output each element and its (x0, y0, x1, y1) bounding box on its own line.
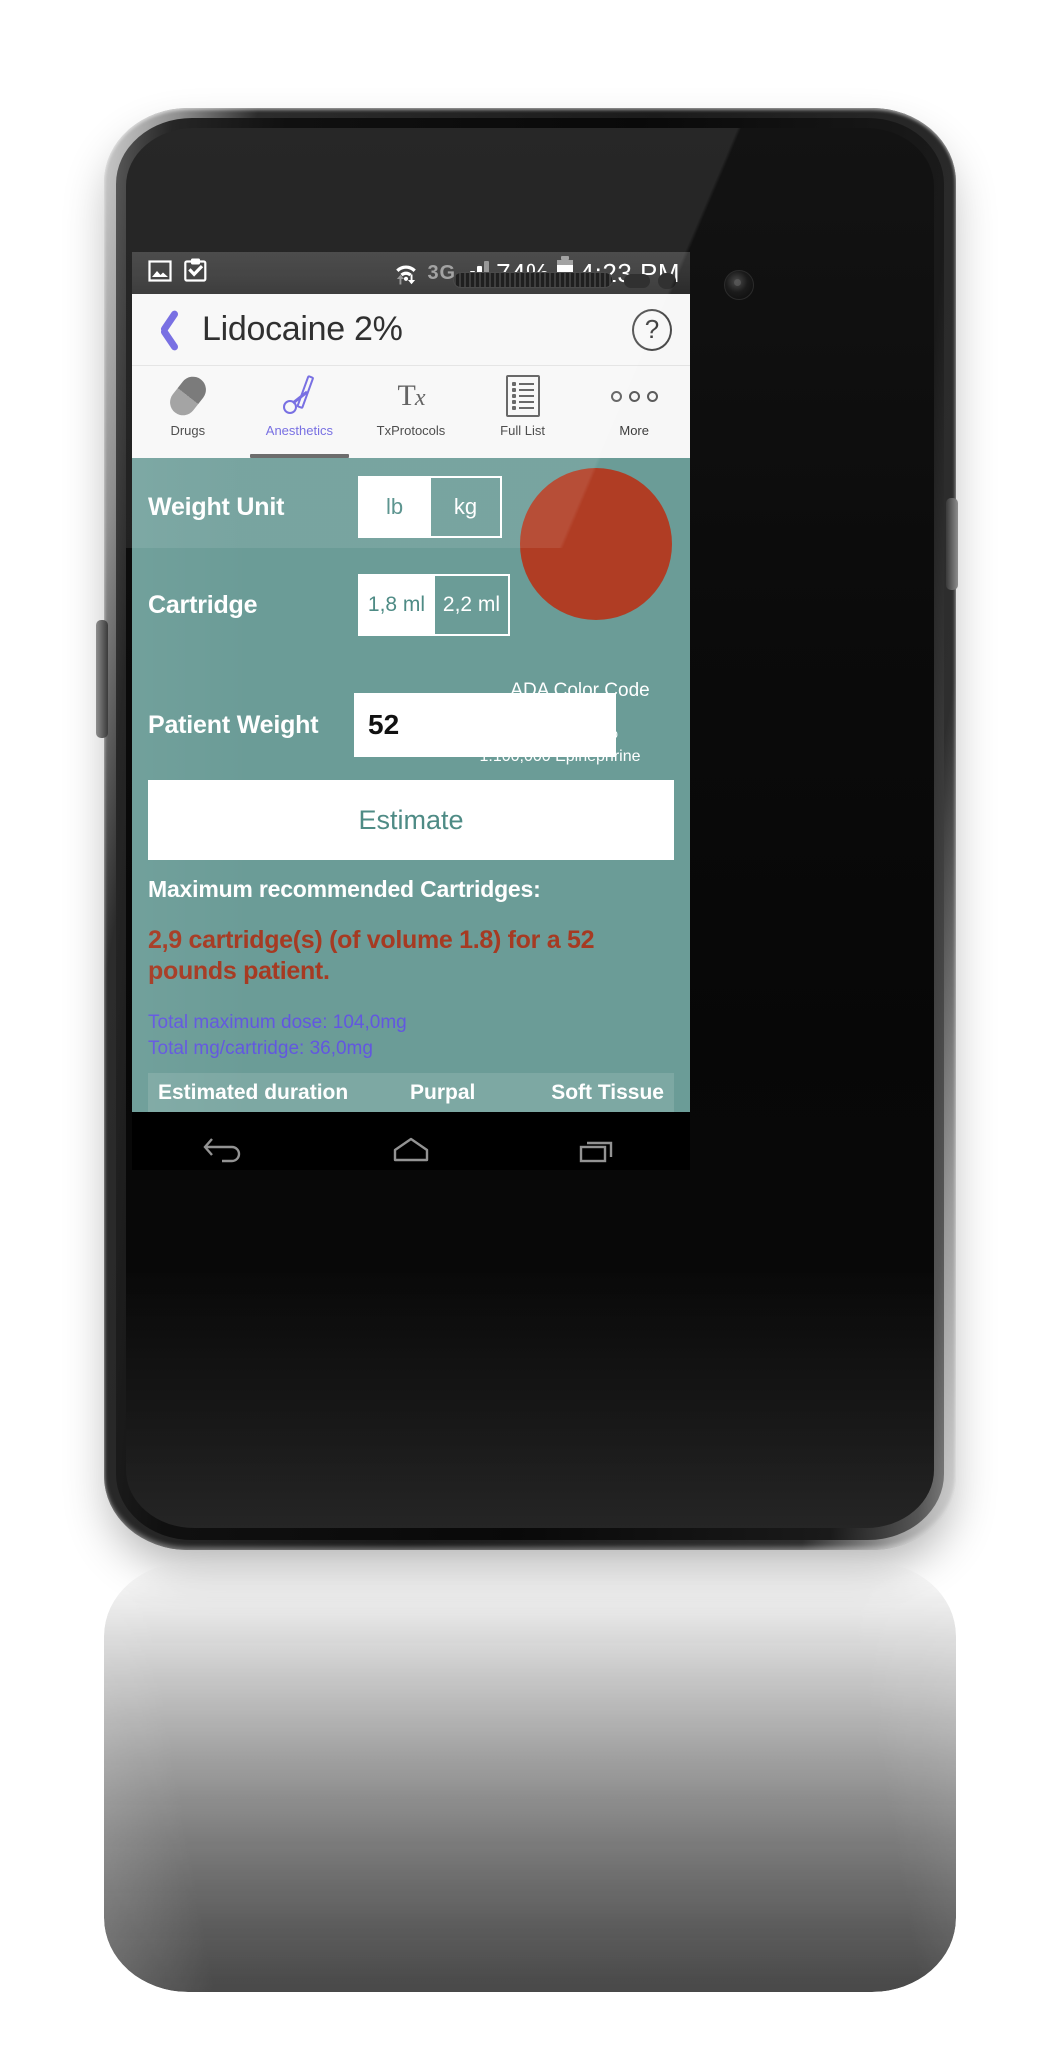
back-nav-icon[interactable] (202, 1134, 248, 1171)
weight-unit-segmented-control[interactable]: lb kg (358, 476, 502, 538)
page-title: Lidocaine 2% (202, 310, 403, 348)
phone-screen: 3G 74% 4:23 PM Lidocaine 2% ? Drugs (132, 252, 690, 1170)
duration-table-col-2: Soft Tissue (551, 1081, 664, 1105)
calculator-panel: Weight Unit lb kg Cartridge 1,8 ml 2,2 m… (132, 458, 690, 1112)
tx-icon: Tx (397, 379, 425, 412)
cartridge-label: Cartridge (148, 590, 258, 619)
help-icon[interactable]: ? (632, 308, 672, 351)
duration-table-col-0: Estimated duration (158, 1081, 349, 1105)
patient-weight-label: Patient Weight (148, 710, 319, 739)
glass-bottom-highlight (126, 1268, 934, 1528)
syringe-icon (279, 372, 319, 420)
weight-unit-option-lb[interactable]: lb (358, 476, 430, 538)
estimate-button[interactable]: Estimate (148, 780, 674, 860)
results-total-max-dose: Total maximum dose: 104,0mg (148, 1012, 407, 1033)
earpiece-speaker (453, 272, 613, 288)
back-chevron-icon[interactable] (150, 307, 184, 353)
weight-unit-option-kg[interactable]: kg (430, 476, 502, 538)
more-icon (610, 372, 658, 420)
results-heading: Maximum recommended Cartridges: (148, 876, 541, 902)
network-3g-label: 3G (427, 262, 457, 284)
duration-table-header: Estimated duration Purpal Soft Tissue (148, 1073, 674, 1112)
cartridge-row: Cartridge 1,8 ml 2,2 ml (148, 570, 674, 640)
power-button[interactable] (946, 498, 958, 590)
android-navigation-bar (132, 1112, 690, 1170)
image-icon (148, 259, 172, 288)
proximity-sensor-icon (624, 274, 650, 288)
front-camera-icon (724, 270, 754, 300)
tab-txprotocols[interactable]: Tx TxProtocols (355, 366, 467, 458)
duration-table-col-1: Purpal (410, 1081, 476, 1105)
list-icon (505, 372, 540, 420)
clipboard-check-icon (184, 258, 207, 288)
recents-nav-icon[interactable] (574, 1134, 620, 1171)
app-header: Lidocaine 2% ? (132, 294, 690, 366)
tab-more[interactable]: More (578, 366, 690, 458)
duration-table: Estimated duration Purpal Soft Tissue Ma… (148, 1073, 674, 1112)
tab-bar: Drugs Anesthetics Tx TxProtocols Full Li… (132, 366, 690, 458)
wifi-icon (392, 257, 420, 290)
cartridge-option-1-8ml[interactable]: 1,8 ml (358, 574, 434, 636)
tab-anesthetics-label: Anesthetics (265, 423, 333, 438)
tab-txprotocols-label: TxProtocols (376, 423, 446, 438)
tab-drugs-label: Drugs (170, 423, 206, 438)
pill-icon (164, 371, 211, 421)
cartridge-option-2-2ml[interactable]: 2,2 ml (434, 574, 510, 636)
light-sensor-icon (658, 273, 676, 289)
volume-button[interactable] (96, 620, 108, 738)
tab-full-list-label: Full List (500, 423, 545, 438)
status-bar-left (132, 258, 207, 288)
tab-more-label: More (619, 423, 649, 438)
results-main-text: 2,9 cartridge(s) (of volume 1.8) for a 5… (148, 926, 595, 985)
phone-reflection (104, 1562, 956, 1992)
patient-weight-row: Patient Weight (148, 692, 674, 758)
cartridge-segmented-control[interactable]: 1,8 ml 2,2 ml (358, 574, 510, 636)
patient-weight-input[interactable] (354, 693, 616, 757)
weight-unit-row: Weight Unit lb kg (148, 468, 674, 620)
screenshot-stage: 3G 74% 4:23 PM Lidocaine 2% ? Drugs (0, 0, 1054, 2058)
results-total-mg-cartridge: Total mg/cartridge: 36,0mg (148, 1037, 373, 1059)
tab-drugs[interactable]: Drugs (132, 366, 244, 458)
tab-full-list[interactable]: Full List (467, 366, 579, 458)
tab-anesthetics[interactable]: Anesthetics (244, 366, 356, 458)
weight-unit-label: Weight Unit (148, 492, 285, 521)
home-nav-icon[interactable] (388, 1134, 434, 1171)
